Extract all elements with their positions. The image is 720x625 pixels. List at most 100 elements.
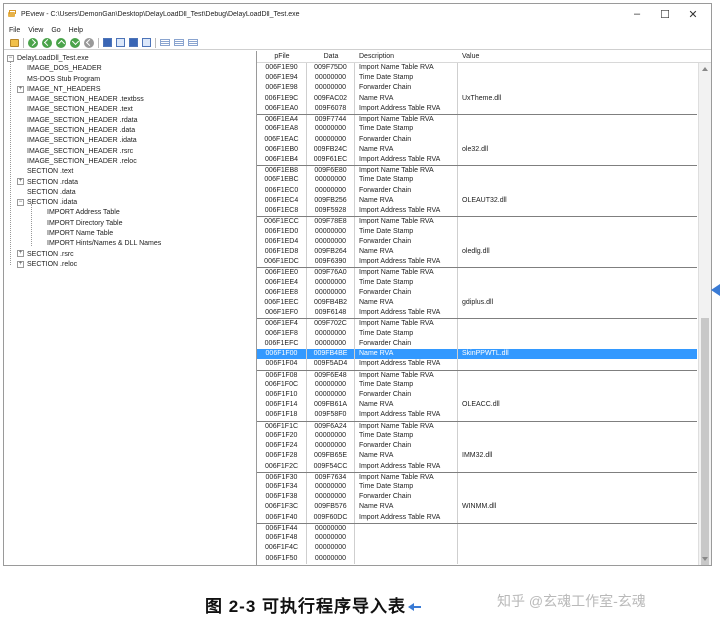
column-description[interactable]: Description — [355, 53, 458, 60]
collapse-icon[interactable]: − — [7, 54, 14, 62]
table-row[interactable]: 006F1F24 00000000 Forwarder Chain — [257, 441, 697, 452]
forward-icon[interactable] — [42, 37, 52, 48]
table-row[interactable]: 006F1ED4 00000000 Forwarder Chain — [257, 236, 697, 247]
table-row[interactable]: 006F1EC8 009F5928 Import Address Table RVA — [257, 206, 697, 217]
table-row[interactable]: 006F1E98 00000000 Forwarder Chain — [257, 83, 697, 94]
menu-go[interactable]: Go — [51, 27, 60, 34]
table-row[interactable]: 006F1E90 009F75D0 Import Name Table RVA — [257, 63, 697, 74]
table-row[interactable]: 006F1EE0 009F76A0 Import Name Table RVA — [257, 267, 697, 278]
close-button[interactable]: ✕ — [679, 4, 707, 24]
table-row[interactable]: 006F1E9C 009FAC02 Name RVA UxTheme.dll — [257, 93, 697, 104]
table-row[interactable]: 006F1EE8 00000000 Forwarder Chain — [257, 287, 697, 299]
byte-view-icon[interactable] — [160, 39, 170, 46]
table-row[interactable]: 006F1ECC 009F78E8 Import Name Table RVA — [257, 216, 697, 227]
table-row[interactable]: 006F1EF8 00000000 Time Date Stamp — [257, 328, 697, 339]
collapse-icon[interactable]: − — [17, 198, 24, 206]
table-row[interactable]: 006F1EBC 00000000 Time Date Stamp — [257, 175, 697, 186]
table-row[interactable]: 006F1F34 00000000 Time Date Stamp — [257, 481, 697, 493]
table-row[interactable]: 006F1E94 00000000 Time Date Stamp — [257, 73, 697, 84]
scroll-thumb[interactable] — [701, 318, 709, 565]
view-data-icon[interactable] — [116, 38, 125, 47]
table-row[interactable]: 006F1ED8 009FB264 Name RVA oledlg.dll — [257, 246, 697, 258]
table-row[interactable]: 006F1F48 00000000 — [257, 533, 697, 544]
maximize-button[interactable]: ☐ — [651, 4, 679, 24]
open-folder-icon[interactable] — [10, 38, 19, 47]
table-row[interactable]: 006F1F08 009F6E48 Import Name Table RVA — [257, 369, 697, 380]
tree-item[interactable]: IMAGE_SECTION_HEADER .textbss — [4, 95, 256, 105]
table-row[interactable]: 006F1EEC 009FB4B2 Name RVA gdiplus.dll — [257, 298, 697, 309]
table-row[interactable]: 006F1F30 009F7634 Import Name Table RVA — [257, 471, 697, 482]
table-row[interactable]: 006F1F44 00000000 — [257, 522, 697, 534]
down-icon[interactable] — [70, 37, 80, 48]
tree-item[interactable]: + SECTION .rsrc — [4, 250, 256, 260]
expand-icon[interactable]: + — [17, 250, 24, 258]
table-row[interactable]: 006F1ED0 00000000 Time Date Stamp — [257, 226, 697, 237]
column-data[interactable]: Data — [307, 53, 355, 60]
tree-item[interactable]: IMAGE_SECTION_HEADER .idata — [4, 136, 256, 146]
table-row[interactable]: 006F1EA0 009F6078 Import Address Table RVA — [257, 103, 697, 115]
tree-item[interactable]: SECTION .text — [4, 167, 256, 177]
table-row[interactable]: 006F1F38 00000000 Forwarder Chain — [257, 492, 697, 503]
table-row[interactable]: 006F1F0C 00000000 Time Date Stamp — [257, 379, 697, 390]
table-row[interactable]: 006F1EDC 009F6390 Import Address Table RVA — [257, 257, 697, 268]
tree-item[interactable]: IMAGE_DOS_HEADER — [4, 64, 256, 74]
table-row[interactable]: 006F1EB0 009FB24C Name RVA ole32.dll — [257, 144, 697, 155]
table-row[interactable]: 006F1EB8 009F6E80 Import Name Table RVA — [257, 165, 697, 176]
view-hex-icon[interactable] — [103, 38, 112, 47]
table-row[interactable]: 006F1EF4 009F702C Import Name Table RVA — [257, 318, 697, 329]
table-row[interactable]: 006F1EF0 009F6148 Import Address Table RVA — [257, 308, 697, 319]
table-row[interactable]: 006F1F14 009FB61A Name RVA OLEACC.dll — [257, 400, 697, 411]
scroll-down-icon[interactable] — [702, 557, 708, 561]
tree-item[interactable]: + SECTION .rdata — [4, 178, 256, 188]
tree-item[interactable]: IMPORT Directory Table — [4, 219, 256, 229]
table-row[interactable]: 006F1EC4 009FB256 Name RVA OLEAUT32.dll — [257, 195, 697, 207]
table-row[interactable]: 006F1F04 009F5AD4 Import Address Table RVA — [257, 359, 697, 370]
table-row[interactable]: 006F1F28 009FB65E Name RVA IMM32.dll — [257, 451, 697, 462]
tree-item[interactable]: IMPORT Address Table — [4, 208, 256, 218]
table-row[interactable]: 006F1F40 009F60DC Import Address Table RVA — [257, 512, 697, 523]
table-row[interactable]: 006F1F1C 009F6A24 Import Name Table RVA — [257, 420, 697, 431]
table-row[interactable]: 006F1F2C 009F54CC Import Address Table RVA — [257, 461, 697, 472]
tree-item[interactable]: SECTION .data — [4, 188, 256, 198]
menu-help[interactable]: Help — [69, 27, 83, 34]
table-row[interactable]: 006F1EE4 00000000 Time Date Stamp — [257, 277, 697, 288]
table-row[interactable]: 006F1EA8 00000000 Time Date Stamp — [257, 124, 697, 135]
tree-item[interactable]: IMAGE_SECTION_HEADER .reloc — [4, 157, 256, 167]
table-row[interactable]: 006F1F50 00000000 — [257, 553, 697, 564]
table-row[interactable]: 006F1F18 009F58F0 Import Address Table RVA — [257, 410, 697, 421]
tree-item[interactable]: IMPORT Hints/Names & DLL Names — [4, 239, 256, 249]
table-row[interactable]: 006F1F3C 009FB576 Name RVA WINMM.dll — [257, 502, 697, 513]
table-row[interactable]: 006F1EFC 00000000 Forwarder Chain — [257, 338, 697, 350]
expand-icon[interactable]: + — [17, 85, 24, 93]
word-view-icon[interactable] — [174, 39, 184, 46]
tree-item[interactable]: IMPORT Name Table — [4, 229, 256, 239]
expand-icon[interactable]: + — [17, 178, 24, 186]
table-row[interactable]: 006F1EAC 00000000 Forwarder Chain — [257, 134, 697, 145]
tree-item[interactable]: + SECTION .reloc — [4, 260, 256, 270]
tree-item[interactable]: IMAGE_SECTION_HEADER .text — [4, 105, 256, 115]
column-value[interactable]: Value — [458, 53, 711, 60]
view-ascii-icon[interactable] — [129, 38, 138, 47]
table-row[interactable]: 006F1F4C 00000000 — [257, 543, 697, 554]
scroll-up-icon[interactable] — [702, 67, 708, 71]
column-pfile[interactable]: pFile — [257, 53, 307, 60]
up-icon[interactable] — [56, 37, 66, 48]
tree-item[interactable]: + IMAGE_NT_HEADERS — [4, 85, 256, 95]
back-icon[interactable] — [28, 37, 38, 48]
expand-icon[interactable]: + — [17, 260, 24, 268]
tree-item[interactable]: − SECTION .idata — [4, 198, 256, 208]
table-row[interactable]: 006F1EC0 00000000 Forwarder Chain — [257, 185, 697, 196]
dword-view-icon[interactable] — [188, 39, 198, 46]
section-tree[interactable]: − DelayLoadDll_Test.exe IMAGE_DOS_HEADER MS… — [4, 51, 257, 565]
tree-item[interactable]: − DelayLoadDll_Test.exe — [4, 54, 256, 64]
minimize-button[interactable]: – — [623, 4, 651, 24]
table-row[interactable]: 006F1EB4 009F61EC Import Address Table RVA — [257, 154, 697, 166]
view-struct-icon[interactable] — [142, 38, 151, 47]
menu-view[interactable]: View — [28, 27, 43, 34]
table-row[interactable]: 006F1EA4 009F7744 Import Name Table RVA — [257, 114, 697, 125]
tree-item[interactable]: MS-DOS Stub Program — [4, 75, 256, 85]
tree-item[interactable]: IMAGE_SECTION_HEADER .rsrc — [4, 147, 256, 157]
menu-file[interactable]: File — [9, 27, 20, 34]
table-row[interactable]: 006F1F10 00000000 Forwarder Chain — [257, 390, 697, 401]
vertical-scrollbar[interactable] — [698, 63, 711, 565]
